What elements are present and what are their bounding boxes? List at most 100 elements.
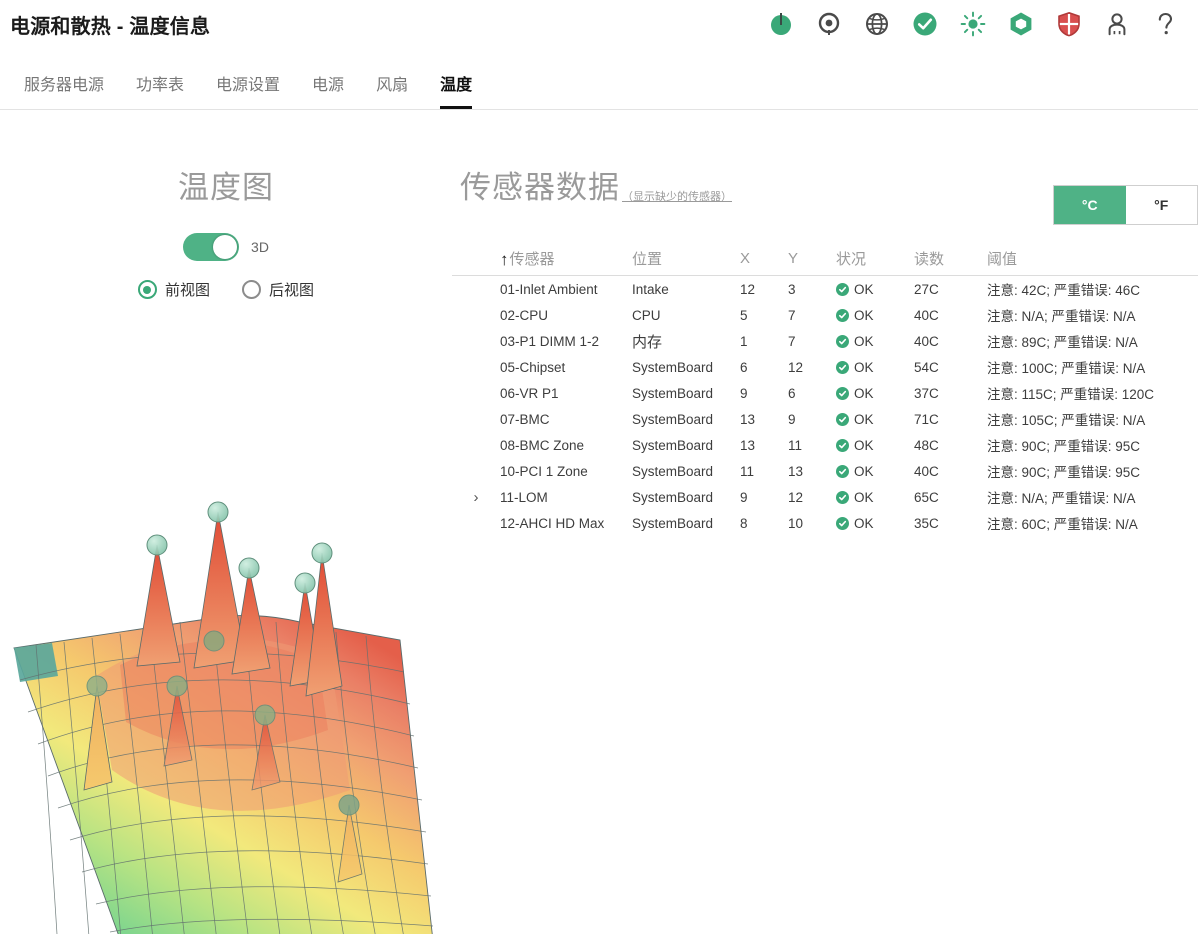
thermal-surface-plot[interactable] (0, 490, 452, 934)
cell-reading: 71C (914, 411, 939, 427)
cell-x: 6 (740, 359, 748, 375)
cell-location: SystemBoard (632, 515, 714, 531)
status-ok-icon (836, 386, 849, 400)
table-row[interactable]: 07-BMC SystemBoard 13 9 OK 71C 注意: 105C; 严重错误:… (452, 406, 1198, 432)
cell-threshold: 注意: N/A; 严重错误: N/A (987, 491, 1136, 506)
cell-x: 12 (740, 281, 756, 297)
cell-threshold: 注意: 90C; 严重错误: 95C (987, 439, 1141, 454)
column-header-x[interactable]: X (740, 250, 788, 267)
cell-y: 7 (788, 333, 796, 349)
cell-y: 11 (788, 437, 803, 453)
hexagon-settings-icon[interactable] (1008, 11, 1034, 37)
radio-front-view[interactable]: 前视图 (137, 279, 210, 300)
cell-status: OK (836, 412, 914, 427)
table-row[interactable]: 12-AHCI HD Max SystemBoard 8 10 OK 35C 注意: 60C… (452, 510, 1198, 536)
status-ok-icon[interactable] (912, 11, 938, 37)
radio-rear-view-indicator (242, 280, 261, 299)
table-row[interactable]: 01-Inlet Ambient Intake 12 3 OK 27C 注意: 42C; 严… (452, 276, 1198, 302)
column-header-sensor[interactable]: ↑ 传感器 (500, 248, 632, 269)
cell-y: 10 (788, 515, 804, 531)
cell-status: OK (836, 438, 914, 453)
sort-ascending-icon: ↑ (500, 250, 509, 269)
cell-location: 内存 (632, 333, 663, 351)
tab-power-meter[interactable]: 功率表 (120, 71, 200, 109)
cell-sensor-name: 05-Chipset (500, 359, 566, 375)
toggle-3d[interactable] (183, 233, 240, 261)
column-header-threshold[interactable]: 阈值 (987, 248, 1198, 269)
row-expand-chevron[interactable]: › (452, 489, 500, 506)
cell-y: 12 (788, 489, 804, 505)
table-row[interactable]: 05-Chipset SystemBoard 6 12 OK 54C 注意: 100C; 严… (452, 354, 1198, 380)
table-row[interactable]: 08-BMC Zone SystemBoard 13 11 OK 48C 注意: 90C; … (452, 432, 1198, 458)
column-header-reading[interactable]: 读数 (914, 248, 987, 269)
header-icon-bar (768, 11, 1184, 37)
power-icon[interactable] (768, 11, 794, 37)
cell-location: SystemBoard (632, 489, 714, 505)
unit-fahrenheit-button[interactable]: °F (1125, 186, 1197, 224)
table-row[interactable]: 03-P1 DIMM 1-2 内存 1 7 OK 40C 注意: 89C; 严重错误: N/… (452, 328, 1198, 354)
cell-location: SystemBoard (632, 463, 714, 479)
cell-reading: 40C (914, 307, 939, 323)
cell-x: 1 (740, 333, 748, 349)
cell-location: CPU (632, 307, 661, 323)
radio-front-view-label: 前视图 (164, 282, 210, 299)
cell-reading: 48C (914, 437, 939, 453)
cell-x: 8 (740, 515, 748, 531)
status-ok-icon (836, 308, 849, 322)
status-ok-icon (836, 438, 849, 452)
status-ok-icon (836, 282, 849, 296)
cell-status: OK (836, 464, 914, 479)
tab-server-power[interactable]: 服务器电源 (8, 71, 120, 109)
cell-status: OK (836, 360, 914, 375)
tab-fans[interactable]: 风扇 (360, 71, 424, 109)
cell-threshold: 注意: 42C; 严重错误: 46C (987, 283, 1141, 298)
status-label: OK (854, 515, 874, 531)
globe-icon[interactable] (864, 11, 890, 37)
table-row[interactable]: 10-PCI 1 Zone SystemBoard 11 13 OK 40C 注意: 90C… (452, 458, 1198, 484)
location-pin-icon[interactable] (816, 11, 842, 37)
map-3d-toggle-row: 3D (0, 233, 452, 261)
temperature-map-panel: 温度图 3D 前视图 后视图 (0, 110, 452, 934)
cell-threshold: 注意: N/A; 严重错误: N/A (987, 309, 1136, 324)
tab-power-settings[interactable]: 电源设置 (200, 71, 296, 109)
show-missing-sensors-link[interactable]: （显示缺少的传感器） (622, 188, 732, 204)
status-label: OK (854, 281, 874, 297)
cell-y: 13 (788, 463, 804, 479)
cell-status: OK (836, 282, 914, 297)
status-ok-icon (836, 334, 849, 348)
status-ok-icon (836, 464, 849, 478)
status-ok-icon (836, 490, 849, 504)
column-header-sensor-label: 传感器 (509, 251, 555, 268)
cell-reading: 35C (914, 515, 939, 531)
radio-rear-view-label: 后视图 (269, 282, 315, 299)
column-header-status[interactable]: 状况 (836, 248, 914, 269)
column-header-location[interactable]: 位置 (632, 248, 740, 269)
cell-sensor-name: 08-BMC Zone (500, 437, 585, 453)
help-icon[interactable] (1152, 11, 1178, 37)
user-icon[interactable] (1104, 11, 1130, 37)
table-row[interactable]: 02-CPU CPU 5 7 OK 40C 注意: N/A; 严重错误: N/A (452, 302, 1198, 328)
map-title: 温度图 (178, 170, 274, 205)
table-row[interactable]: 06-VR P1 SystemBoard 9 6 OK 37C 注意: 115C; 严重错误… (452, 380, 1198, 406)
cell-status: OK (836, 490, 914, 505)
cell-sensor-name: 11-LOM (500, 489, 548, 505)
radio-front-view-indicator (137, 280, 157, 299)
brightness-icon[interactable] (960, 11, 986, 37)
sensor-data-panel: 传感器数据 （显示缺少的传感器） °C °F ↑ 传感器 位置 X Y 状况 读… (452, 110, 1198, 934)
unit-celsius-button[interactable]: °C (1054, 186, 1126, 224)
tab-power[interactable]: 电源 (296, 71, 360, 109)
table-header-row: ↑ 传感器 位置 X Y 状况 读数 阈值 (452, 242, 1198, 276)
cell-x: 9 (740, 385, 748, 401)
cell-sensor-name: 02-CPU (500, 307, 549, 323)
cell-location: SystemBoard (632, 385, 714, 401)
cell-threshold: 注意: 105C; 严重错误: N/A (987, 413, 1146, 428)
table-row[interactable]: › 11-LOM SystemBoard 9 12 OK 65C 注意: N/A; 严重错误:… (452, 484, 1198, 510)
cell-y: 6 (788, 385, 796, 401)
shield-icon[interactable] (1056, 11, 1082, 37)
tab-temperature[interactable]: 温度 (424, 71, 488, 109)
radio-rear-view[interactable]: 后视图 (242, 279, 314, 300)
cell-location: SystemBoard (632, 359, 714, 375)
column-header-y[interactable]: Y (788, 250, 836, 267)
cell-y: 3 (788, 281, 796, 297)
cell-sensor-name: 07-BMC (500, 411, 550, 427)
